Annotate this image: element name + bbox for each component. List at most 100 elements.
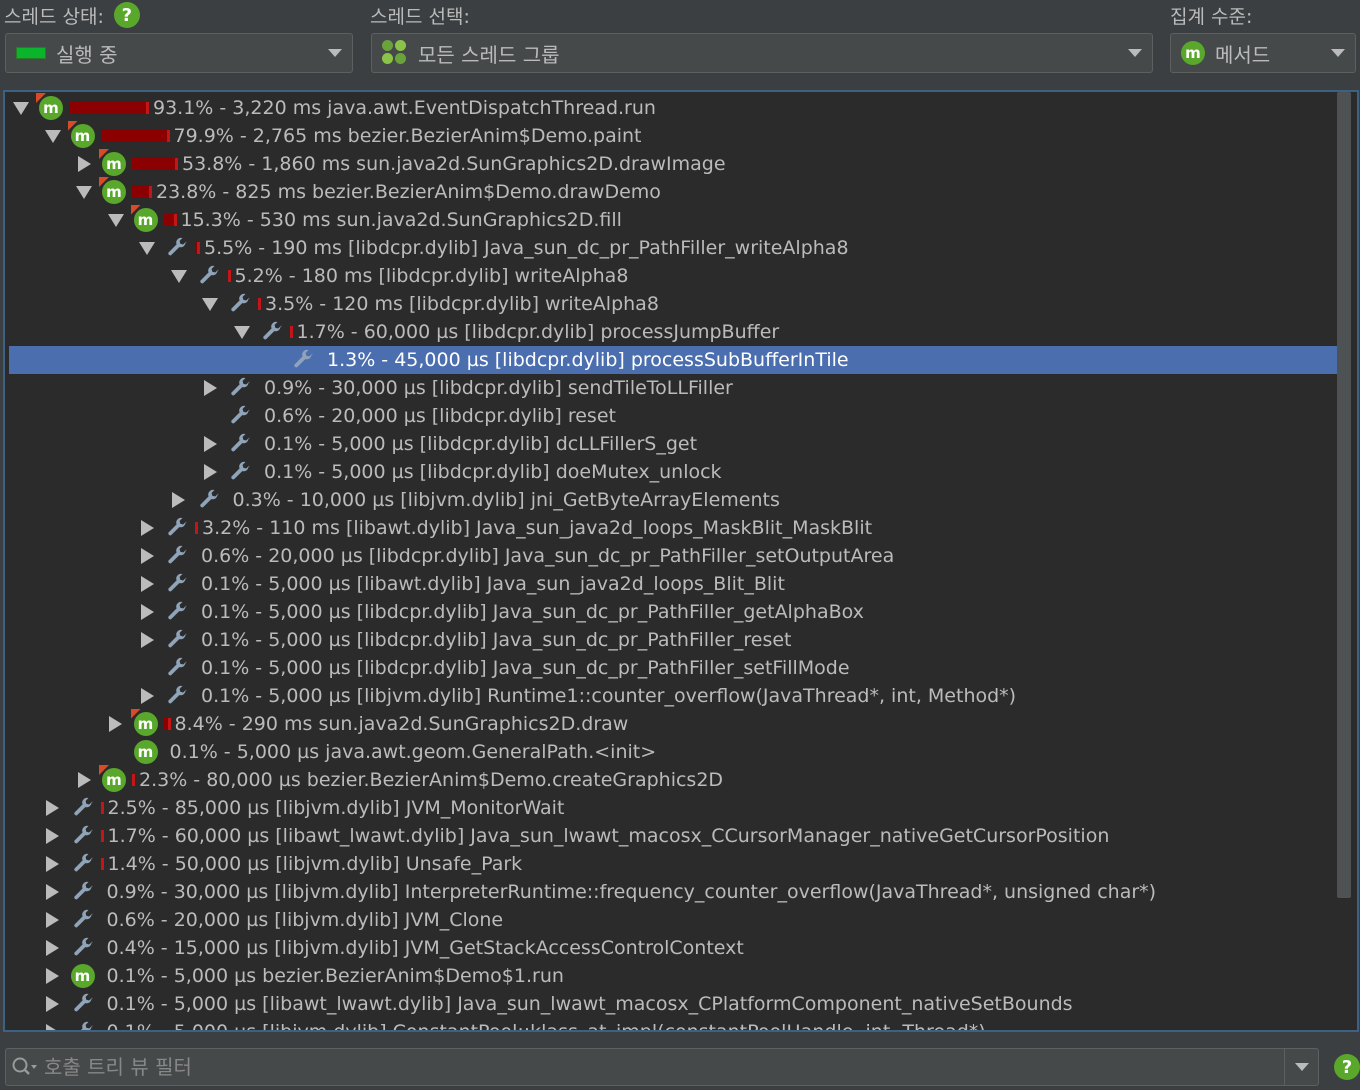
tree-row-label: 0.1% - 5,000 µs [libdcpr.dylib] Java_sun… [201,657,850,679]
aggregation-level-label: 집계 수준: [1170,5,1253,28]
expand-triangle-icon[interactable] [72,766,96,794]
expand-triangle-icon[interactable] [198,458,222,486]
expand-triangle-icon[interactable] [41,990,65,1018]
tree-row-label: 3.2% - 110 ms [libawt.dylib] Java_sun_ja… [202,517,873,539]
expand-triangle-icon[interactable] [41,878,65,906]
filter-input[interactable] [44,1055,1284,1079]
tree-row[interactable]: 0.6% - 20,000 µs [libjvm.dylib] JVM_Clon… [9,906,1337,934]
tree-row[interactable]: 3.5% - 120 ms [libdcpr.dylib] writeAlpha… [9,290,1337,318]
collapse-triangle-icon[interactable] [104,206,128,234]
tree-row[interactable]: m 79.9% - 2,765 ms bezier.BezierAnim$Demo… [9,122,1337,150]
collapse-triangle-icon[interactable] [72,178,96,206]
tree-row-label: 0.1% - 5,000 µs [libawt_lwawt.dylib] Jav… [106,993,1073,1015]
expand-triangle-icon[interactable] [41,1018,65,1030]
leaf-spacer [135,654,159,682]
expand-triangle-icon[interactable] [135,514,159,542]
help-icon[interactable]: ? [1334,1054,1360,1080]
tree-row[interactable]: 3.2% - 110 ms [libawt.dylib] Java_sun_ja… [9,514,1337,542]
tree-row[interactable]: 5.2% - 180 ms [libdcpr.dylib] writeAlpha… [9,262,1337,290]
tree-row[interactable]: 0.1% - 5,000 µs [libawt_lwawt.dylib] Jav… [9,990,1337,1018]
wrench-icon [69,1018,97,1030]
tree-row[interactable]: 0.1% - 5,000 µs [libdcpr.dylib] Java_sun… [9,598,1337,626]
tree-row[interactable]: 0.6% - 20,000 µs [libdcpr.dylib] reset [9,402,1337,430]
tree-row[interactable]: 0.1% - 5,000 µs [libdcpr.dylib] dcLLFill… [9,430,1337,458]
tree-row-label: 3.5% - 120 ms [libdcpr.dylib] writeAlpha… [265,293,659,315]
tree-row[interactable]: m 0.1% - 5,000 µs java.awt.geom.GeneralPa… [9,738,1337,766]
expand-triangle-icon[interactable] [41,906,65,934]
tree-row[interactable]: 1.7% - 60,000 µs [libawt_lwawt.dylib] Ja… [9,822,1337,850]
leaf-spacer [104,738,128,766]
collapse-triangle-icon[interactable] [167,262,191,290]
tree-row[interactable]: 0.3% - 10,000 µs [libjvm.dylib] jni_GetB… [9,486,1337,514]
tree-row[interactable]: m 93.1% - 3,220 ms java.awt.EventDispatch… [9,94,1337,122]
method-icon: m [69,962,97,990]
tree-row-label: 0.1% - 5,000 µs [libdcpr.dylib] dcLLFill… [264,433,698,455]
aggregation-level-dropdown[interactable]: m 메서드 [1170,33,1356,73]
help-icon[interactable]: ? [113,2,140,28]
tree-row[interactable]: 0.9% - 30,000 µs [libdcpr.dylib] sendTil… [9,374,1337,402]
tree-row[interactable]: 0.9% - 30,000 µs [libjvm.dylib] Interpre… [9,878,1337,906]
expand-triangle-icon[interactable] [104,710,128,738]
percentage-bar [132,774,135,786]
tree-row[interactable]: 0.1% - 5,000 µs [libdcpr.dylib] Java_sun… [9,626,1337,654]
chevron-down-icon [1128,49,1142,57]
expand-triangle-icon[interactable] [41,850,65,878]
expand-triangle-icon[interactable] [135,626,159,654]
tree-row[interactable]: 0.1% - 5,000 µs [libdcpr.dylib] doeMutex… [9,458,1337,486]
expand-triangle-icon[interactable] [135,682,159,710]
tree-row[interactable]: m 8.4% - 290 ms sun.java2d.SunGraphics2D.… [9,710,1337,738]
call-tree[interactable]: m 93.1% - 3,220 ms java.awt.EventDispatch… [3,90,1359,1032]
tree-row[interactable]: 5.5% - 190 ms [libdcpr.dylib] Java_sun_d… [9,234,1337,262]
tree-row-label: 0.1% - 5,000 µs java.awt.geom.GeneralPat… [169,741,657,763]
expand-triangle-icon[interactable] [198,374,222,402]
collapse-triangle-icon[interactable] [41,122,65,150]
wrench-icon [226,374,254,402]
expand-triangle-icon[interactable] [41,822,65,850]
tree-row-label: 79.9% - 2,765 ms bezier.BezierAnim$Demo.… [173,125,642,147]
expand-triangle-icon[interactable] [135,570,159,598]
collapse-triangle-icon[interactable] [198,290,222,318]
tree-row-label: 0.6% - 20,000 µs [libdcpr.dylib] reset [264,405,616,427]
search-icon[interactable] [6,1049,44,1085]
tree-row[interactable]: 1.3% - 45,000 µs [libdcpr.dylib] process… [9,346,1337,374]
wrench-icon [163,682,191,710]
tree-row[interactable]: 0.6% - 20,000 µs [libdcpr.dylib] Java_su… [9,542,1337,570]
tree-row[interactable]: 0.1% - 5,000 µs [libdcpr.dylib] Java_sun… [9,654,1337,682]
tree-row-label: 0.1% - 5,000 µs [libawt.dylib] Java_sun_… [201,573,785,595]
tree-row[interactable]: 0.1% - 5,000 µs [libjvm.dylib] ConstantP… [9,1018,1337,1030]
tree-row[interactable]: m 2.3% - 80,000 µs bezier.BezierAnim$Demo… [9,766,1337,794]
tree-row[interactable]: m 0.1% - 5,000 µs bezier.BezierAnim$Demo$… [9,962,1337,990]
tree-row-label: 1.4% - 50,000 µs [libjvm.dylib] Unsafe_P… [107,853,523,875]
wrench-icon [195,486,223,514]
collapse-triangle-icon[interactable] [230,318,254,346]
expand-triangle-icon[interactable] [41,934,65,962]
filter-history-dropdown[interactable] [1284,1049,1318,1085]
wrench-icon [163,654,191,682]
expand-triangle-icon[interactable] [41,794,65,822]
collapse-triangle-icon[interactable] [135,234,159,262]
tree-row[interactable]: 0.1% - 5,000 µs [libjvm.dylib] Runtime1:… [9,682,1337,710]
tree-row[interactable]: m 23.8% - 825 ms bezier.BezierAnim$Demo.d… [9,178,1337,206]
expand-triangle-icon[interactable] [167,486,191,514]
expand-triangle-icon[interactable] [135,542,159,570]
wrench-icon [163,542,191,570]
wrench-icon [69,934,97,962]
scrollbar-thumb[interactable] [1337,92,1351,898]
tree-row[interactable]: m 15.3% - 530 ms sun.java2d.SunGraphics2D… [9,206,1337,234]
expand-triangle-icon[interactable] [72,150,96,178]
thread-select-dropdown[interactable]: 모든 스레드 그룹 [371,33,1153,73]
expand-triangle-icon[interactable] [135,598,159,626]
collapse-triangle-icon[interactable] [9,94,33,122]
tree-row[interactable]: 2.5% - 85,000 µs [libjvm.dylib] JVM_Moni… [9,794,1337,822]
tree-row[interactable]: m 53.8% - 1,860 ms sun.java2d.SunGraphics… [9,150,1337,178]
tree-row[interactable]: 1.7% - 60,000 µs [libdcpr.dylib] process… [9,318,1337,346]
expand-triangle-icon[interactable] [41,962,65,990]
tree-row[interactable]: 0.1% - 5,000 µs [libawt.dylib] Java_sun_… [9,570,1337,598]
tree-row-label: 0.1% - 5,000 µs [libdcpr.dylib] Java_sun… [201,601,864,623]
vertical-scrollbar[interactable] [1337,92,1355,1030]
percentage-bar [195,242,200,254]
tree-row[interactable]: 0.4% - 15,000 µs [libjvm.dylib] JVM_GetS… [9,934,1337,962]
tree-row[interactable]: 1.4% - 50,000 µs [libjvm.dylib] Unsafe_P… [9,850,1337,878]
thread-state-dropdown[interactable]: 실행 중 [5,33,353,73]
expand-triangle-icon[interactable] [198,430,222,458]
